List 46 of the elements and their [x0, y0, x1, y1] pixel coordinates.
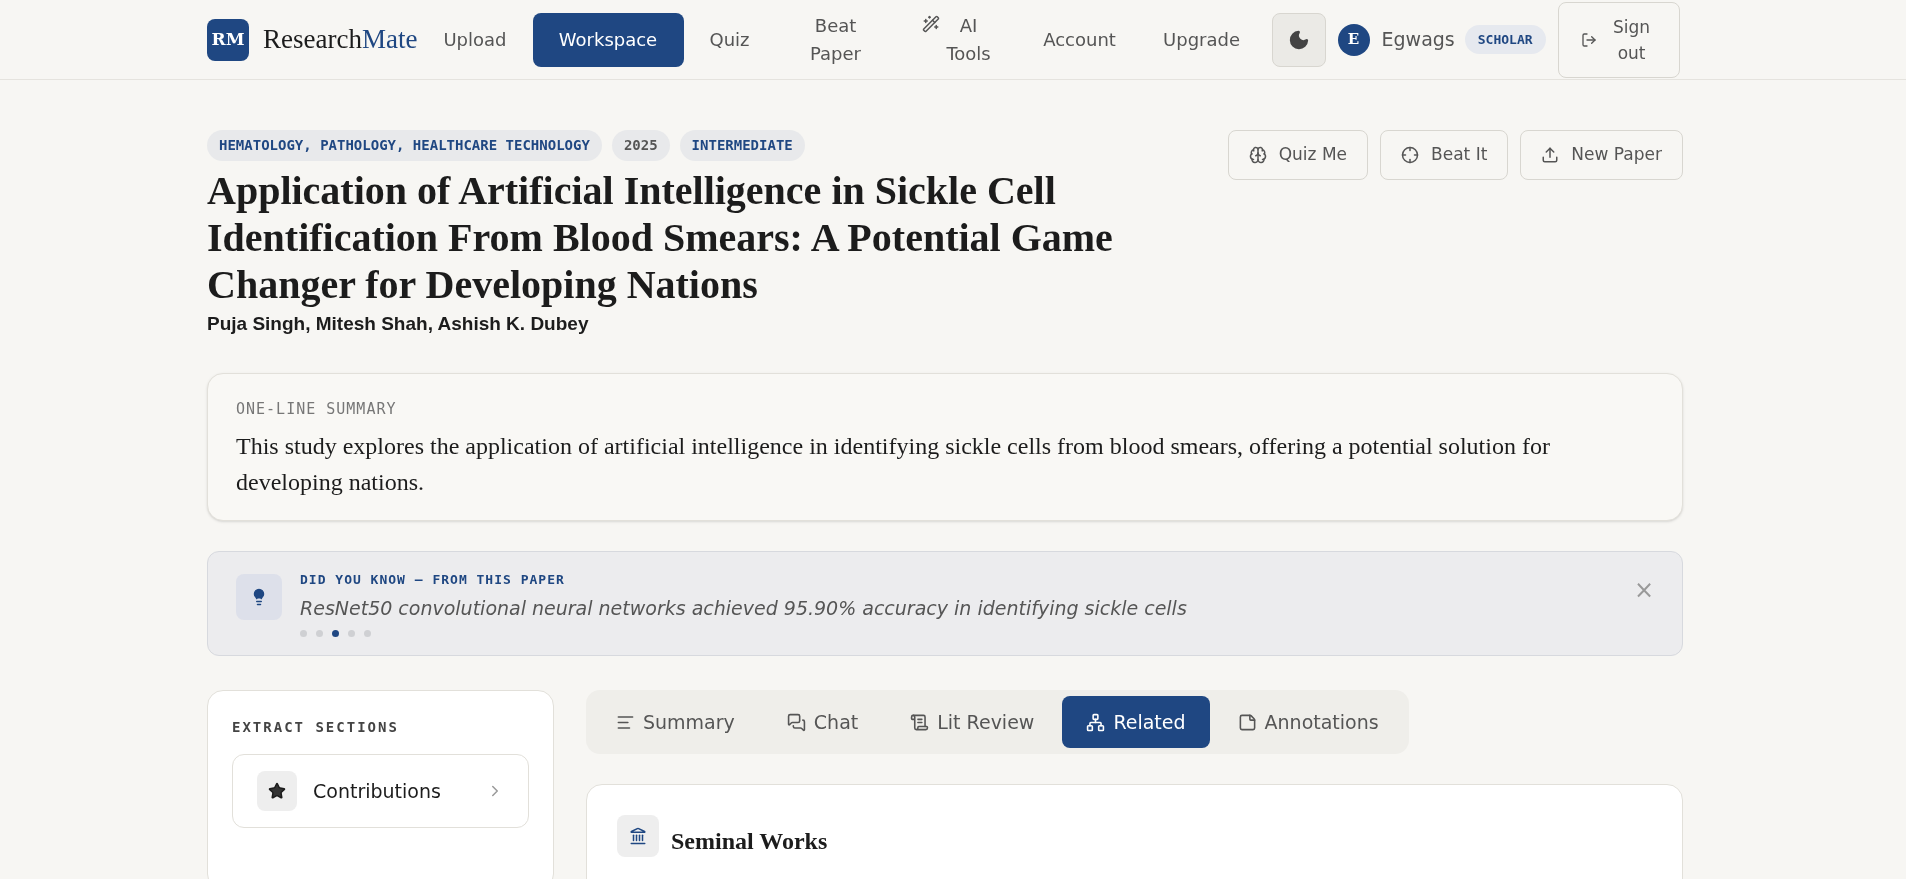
- brain-icon: [1248, 146, 1267, 164]
- nav-link[interactable]: Account: [1019, 12, 1140, 67]
- tab[interactable]: Lit Review: [886, 696, 1059, 748]
- paper-title: Application of Artificial Intelligence in Sickle Cell Identification From Blood Smears: A Potential Game Changer for Developing Nations: [207, 167, 1114, 308]
- brand-name[interactable]: ResearchMate: [263, 19, 418, 60]
- topic-tag: 2025: [611, 130, 670, 161]
- action-button[interactable]: New Paper: [1520, 130, 1683, 180]
- paper-authors: Puja Singh, Mitesh Shah, Ashish K. Dubey: [207, 312, 590, 336]
- action-button[interactable]: Beat It: [1380, 130, 1509, 180]
- note-icon: [1237, 712, 1257, 732]
- nav-link[interactable]: Beat Paper: [775, 12, 896, 67]
- nav-link[interactable]: Upload: [419, 12, 531, 67]
- topic-tag: HEMATOLOGY, PATHOLOGY, HEALTHCARE TECHNOLOGY: [207, 130, 602, 161]
- topic-tag: INTERMEDIATE: [679, 130, 805, 161]
- nav-link[interactable]: Upgrade: [1141, 12, 1262, 67]
- crosshair-icon: [1401, 146, 1420, 164]
- upload-icon: [1541, 146, 1560, 164]
- moon-icon: [1287, 28, 1310, 51]
- building-icon: [629, 827, 647, 845]
- tab[interactable]: Chat: [762, 696, 883, 748]
- nav-link[interactable]: AI Tools: [897, 12, 1018, 67]
- magic-wand-icon: [921, 14, 940, 33]
- theme-toggle-button[interactable]: [1271, 12, 1326, 67]
- did-you-know-label: DID YOU KNOW — FROM THIS PAPER: [300, 571, 566, 589]
- nav-link[interactable]: Workspace: [532, 12, 684, 67]
- hierarchy-icon: [1086, 712, 1106, 732]
- scroll-icon: [910, 712, 930, 732]
- tab[interactable]: Summary: [592, 696, 759, 748]
- summary-text: This study explores the application of artificial intelligence in identifying sickle cells from blood smears, offering a potential solution for developing nations.: [236, 432, 1551, 497]
- plan-badge: SCHOLAR: [1464, 24, 1546, 55]
- nav-link[interactable]: Quiz: [685, 12, 774, 67]
- summary-label: ONE-LINE SUMMARY: [236, 398, 398, 420]
- user-name: Egwags: [1381, 27, 1455, 53]
- panel-title: Seminal Works: [671, 827, 828, 856]
- sign-out-icon: [1580, 31, 1597, 48]
- sidebar-title: EXTRACT SECTIONS: [232, 718, 400, 737]
- star-icon: [268, 782, 286, 800]
- tab[interactable]: Related: [1062, 696, 1210, 748]
- tab[interactable]: Annotations: [1213, 696, 1403, 748]
- fact-text: ResNet50 convolutional neural networks achieved 95.90% accuracy in identifying sickle cells: [300, 595, 1188, 621]
- user-avatar[interactable]: E: [1337, 23, 1370, 56]
- sign-out-button[interactable]: Sign out: [1557, 1, 1680, 78]
- chat-icon: [786, 712, 806, 732]
- section-item[interactable]: Contributions: [232, 754, 529, 828]
- action-button[interactable]: Quiz Me: [1227, 130, 1369, 180]
- logo-badge[interactable]: RM: [207, 18, 249, 61]
